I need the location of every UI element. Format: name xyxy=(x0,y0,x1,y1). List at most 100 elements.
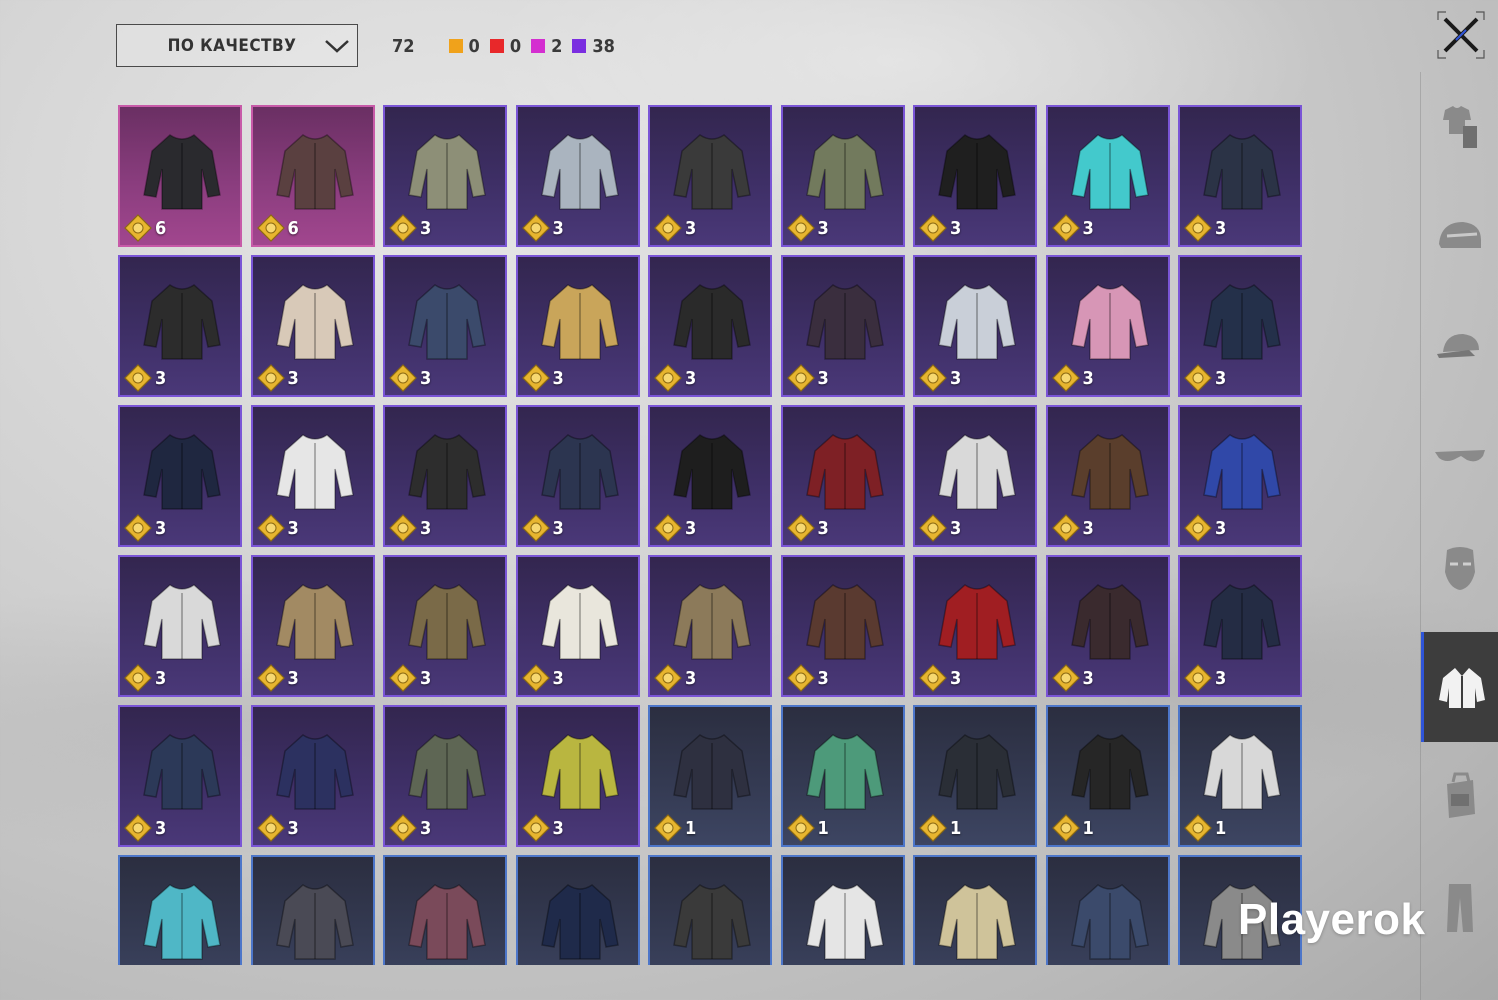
inventory-item[interactable]: 3 xyxy=(1045,555,1170,697)
inventory-item[interactable]: 3 xyxy=(383,255,507,397)
inventory-item[interactable]: 3 xyxy=(118,255,242,397)
close-button[interactable] xyxy=(1436,10,1486,60)
inventory-item[interactable] xyxy=(780,855,905,965)
inventory-item[interactable]: 3 xyxy=(1045,405,1170,547)
inventory-item[interactable]: 3 xyxy=(648,105,772,247)
inventory-item[interactable]: 1 xyxy=(780,705,905,847)
item-quantity-value: 3 xyxy=(950,367,962,389)
item-quantity-value: 3 xyxy=(155,667,167,689)
item-quantity: 3 xyxy=(256,664,299,692)
jacket-item-icon xyxy=(540,284,619,360)
item-quantity-value: 3 xyxy=(1082,667,1094,689)
item-quantity-value: 3 xyxy=(685,517,697,539)
inventory-item[interactable]: 3 xyxy=(118,555,242,697)
item-quantity: 3 xyxy=(1051,364,1094,392)
sidebar-item-cap[interactable] xyxy=(1421,292,1498,402)
inventory-item[interactable]: 3 xyxy=(383,405,507,547)
inventory-item[interactable]: 3 xyxy=(913,405,1037,547)
sidebar-item-outfit[interactable] xyxy=(1421,72,1498,182)
jacket-item-icon xyxy=(408,284,486,360)
coin-badge-icon xyxy=(654,664,682,692)
inventory-item[interactable]: 6 xyxy=(250,105,375,247)
inventory-item[interactable] xyxy=(1045,855,1170,965)
inventory-item[interactable]: 3 xyxy=(1178,105,1302,247)
jacket-item-icon xyxy=(805,434,884,510)
inventory-item[interactable]: 3 xyxy=(1178,405,1302,547)
inventory-item[interactable]: 3 xyxy=(1045,255,1170,397)
item-quantity-value: 3 xyxy=(420,667,432,689)
count-orange-value: 0 xyxy=(468,35,480,57)
sidebar-item-sunglasses[interactable] xyxy=(1421,402,1498,512)
inventory-item[interactable] xyxy=(250,855,375,965)
sidebar-item-backpack[interactable] xyxy=(1421,742,1498,852)
inventory-item[interactable]: 3 xyxy=(780,405,905,547)
inventory-item[interactable]: 3 xyxy=(515,405,640,547)
inventory-item[interactable]: 1 xyxy=(1045,705,1170,847)
jacket-item-icon xyxy=(540,584,619,660)
coin-badge-icon xyxy=(786,214,815,242)
item-quantity-value: 6 xyxy=(287,217,299,239)
coin-badge-icon xyxy=(1184,514,1212,542)
item-quantity: 3 xyxy=(521,664,564,692)
item-quantity: 1 xyxy=(786,814,829,842)
inventory-item[interactable]: 3 xyxy=(913,255,1037,397)
item-quantity-value: 3 xyxy=(1215,217,1227,239)
jacket-item-icon xyxy=(143,584,221,660)
inventory-item[interactable]: 3 xyxy=(383,705,507,847)
inventory-item[interactable]: 6 xyxy=(118,105,242,247)
jacket-item-icon xyxy=(143,134,221,210)
jacket-icon xyxy=(1438,668,1485,708)
sidebar-item-jacket[interactable] xyxy=(1421,632,1498,742)
inventory-grid: 6 6 3 3 3 3 3 3 3 3 3 3 3 3 3 3 3 3 3 3 3 3 3 3 3 3 3 3 3 3 3 3 3 3 3 3 3 3 3 3… xyxy=(118,105,1302,965)
jacket-item-icon xyxy=(275,884,354,960)
jacket-item-icon xyxy=(938,434,1016,510)
inventory-item[interactable]: 3 xyxy=(1045,105,1170,247)
sidebar-item-helmet[interactable] xyxy=(1421,182,1498,292)
inventory-item[interactable]: 1 xyxy=(913,705,1037,847)
item-quantity-value: 3 xyxy=(552,367,564,389)
inventory-item[interactable]: 3 xyxy=(780,555,905,697)
inventory-item[interactable]: 3 xyxy=(383,105,507,247)
inventory-item[interactable]: 3 xyxy=(118,405,242,547)
inventory-item[interactable]: 3 xyxy=(250,555,375,697)
inventory-item[interactable]: 3 xyxy=(515,255,640,397)
count-purple: 38 xyxy=(572,36,615,57)
jacket-item-icon xyxy=(1070,734,1149,810)
inventory-item[interactable]: 3 xyxy=(118,705,242,847)
inventory-item[interactable]: 3 xyxy=(648,405,772,547)
inventory-item[interactable]: 3 xyxy=(515,105,640,247)
jacket-item-icon xyxy=(143,884,221,960)
inventory-item[interactable]: 3 xyxy=(648,555,772,697)
jacket-item-icon xyxy=(1070,284,1149,360)
inventory-item[interactable]: 3 xyxy=(1178,255,1302,397)
inventory-item[interactable]: 3 xyxy=(913,105,1037,247)
inventory-item[interactable] xyxy=(648,855,772,965)
inventory-item[interactable]: 3 xyxy=(250,705,375,847)
inventory-item[interactable]: 3 xyxy=(648,255,772,397)
inventory-item[interactable] xyxy=(913,855,1037,965)
item-quantity-value: 3 xyxy=(552,517,564,539)
inventory-item[interactable]: 1 xyxy=(1178,705,1302,847)
sort-dropdown[interactable]: ПО КАЧЕСТВУ xyxy=(116,24,358,67)
inventory-item[interactable]: 3 xyxy=(383,555,507,697)
inventory-item[interactable]: 3 xyxy=(515,555,640,697)
coin-badge-icon xyxy=(389,214,417,242)
inventory-item[interactable]: 3 xyxy=(780,105,905,247)
inventory-item[interactable] xyxy=(118,855,242,965)
inventory-item[interactable] xyxy=(515,855,640,965)
inventory-item[interactable] xyxy=(383,855,507,965)
coin-badge-icon xyxy=(124,514,152,542)
coin-badge-icon xyxy=(389,364,417,392)
jacket-item-icon xyxy=(673,284,751,360)
inventory-item[interactable]: 3 xyxy=(780,255,905,397)
inventory-item[interactable]: 1 xyxy=(648,705,772,847)
inventory-item[interactable]: 3 xyxy=(1178,555,1302,697)
inventory-item[interactable]: 3 xyxy=(913,555,1037,697)
inventory-item[interactable]: 3 xyxy=(250,405,375,547)
sidebar-item-pants[interactable] xyxy=(1421,852,1498,962)
sidebar-item-mask[interactable] xyxy=(1421,512,1498,622)
outfit-icon xyxy=(1443,106,1477,148)
inventory-item[interactable]: 3 xyxy=(250,255,375,397)
inventory-item[interactable]: 3 xyxy=(515,705,640,847)
item-quantity: 6 xyxy=(124,214,166,242)
